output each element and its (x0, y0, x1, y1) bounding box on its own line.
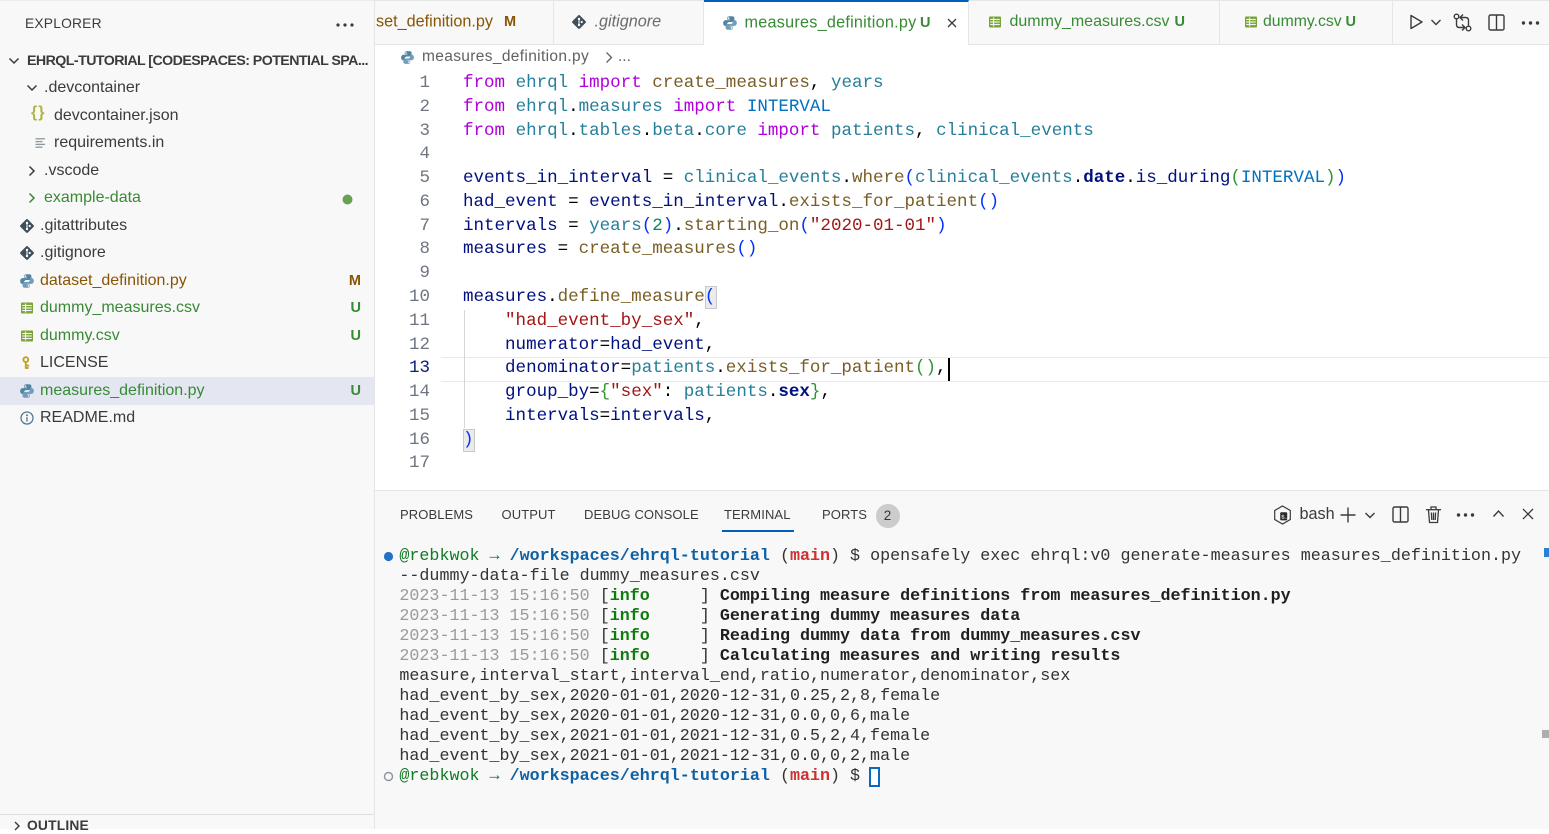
svg-text:$_: $_ (1281, 514, 1288, 521)
